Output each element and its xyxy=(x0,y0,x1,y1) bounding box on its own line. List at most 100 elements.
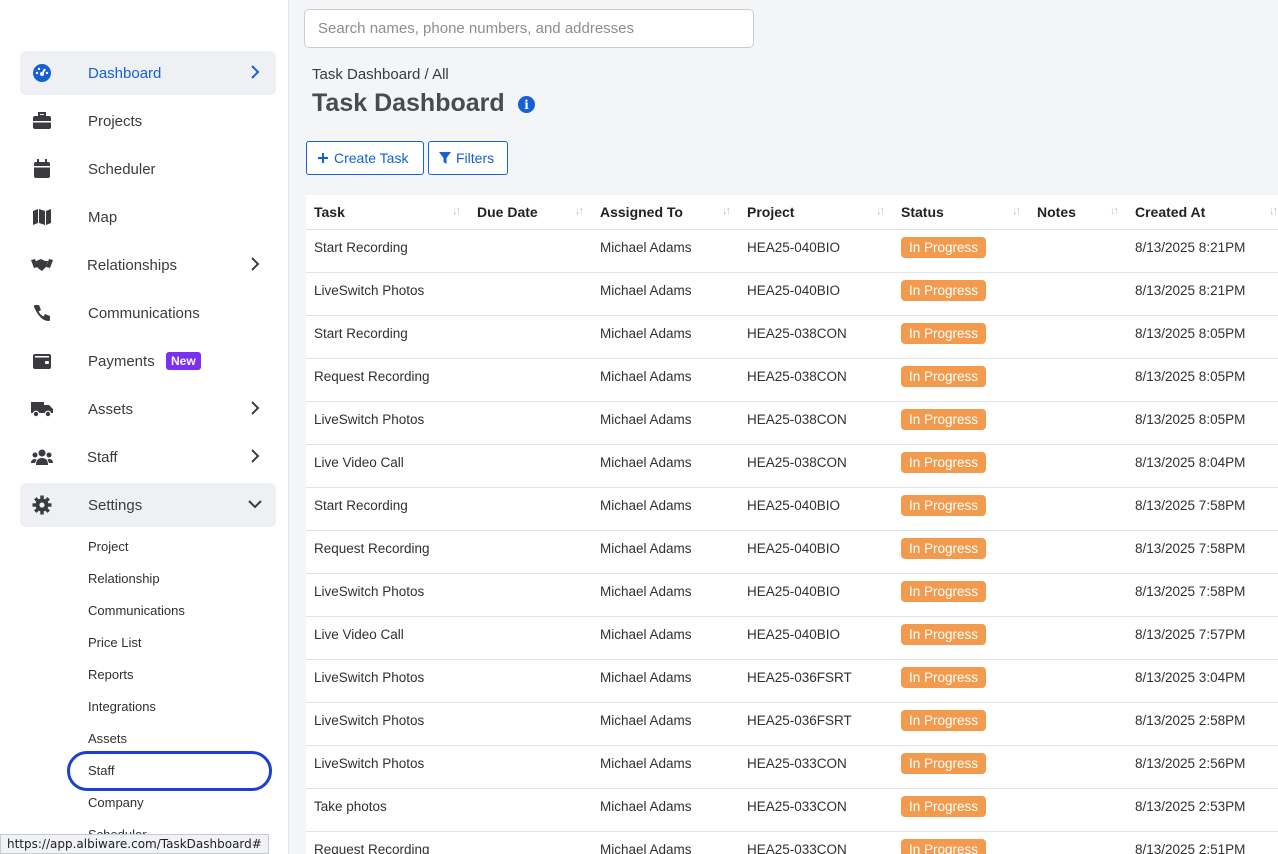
status-cell: In Progress xyxy=(893,616,1029,660)
created-at-cell: 8/13/2025 8:05PM xyxy=(1127,358,1278,402)
task-table: Task ↓↑ Due Date ↓↑ Assigned To ↓↑ Project ↓… xyxy=(306,195,1278,854)
status-badge: In Progress xyxy=(901,580,987,602)
notes-cell xyxy=(1029,401,1127,445)
sidebar-item-settings[interactable]: Settings xyxy=(20,483,276,527)
settings-sub-project[interactable]: Project xyxy=(88,539,128,554)
assigned-to-cell: Michael Adams xyxy=(592,530,739,574)
sidebar-item-assets[interactable]: Assets xyxy=(20,387,276,431)
project-cell: HEA25-040BIO xyxy=(739,616,893,660)
table-row[interactable]: Request Recording Michael Adams HEA25-040B… xyxy=(306,530,1278,574)
settings-sub-communications[interactable]: Communications xyxy=(88,603,185,618)
table-row[interactable]: LiveSwitch Photos Michael Adams HEA25-040B… xyxy=(306,272,1278,316)
notes-cell xyxy=(1029,659,1127,703)
breadcrumb: Task Dashboard / All xyxy=(312,66,449,83)
column-header-task[interactable]: Task ↓↑ xyxy=(306,195,469,230)
settings-sub-staff[interactable]: Staff xyxy=(88,763,115,778)
table-row[interactable]: LiveSwitch Photos Michael Adams HEA25-036F… xyxy=(306,702,1278,746)
status-badge: In Progress xyxy=(901,494,987,516)
info-icon[interactable]: i xyxy=(518,96,535,113)
notes-cell xyxy=(1029,573,1127,617)
assigned-to-cell: Michael Adams xyxy=(592,272,739,316)
table-row[interactable]: Take photos Michael Adams HEA25-033CON In P… xyxy=(306,788,1278,832)
table-row[interactable]: Start Recording Michael Adams HEA25-038CON… xyxy=(306,315,1278,359)
task-cell: LiveSwitch Photos xyxy=(306,745,469,789)
created-at-cell: 8/13/2025 7:58PM xyxy=(1127,487,1278,531)
assigned-to-cell: Michael Adams xyxy=(592,401,739,445)
sidebar-item-label: Settings xyxy=(88,496,143,514)
table-row[interactable]: LiveSwitch Photos Michael Adams HEA25-040B… xyxy=(306,573,1278,617)
table-row[interactable]: Live Video Call Michael Adams HEA25-038CON… xyxy=(306,444,1278,488)
status-badge: In Progress xyxy=(901,838,987,854)
column-header-due-date[interactable]: Due Date ↓↑ xyxy=(469,195,592,230)
truck-icon xyxy=(31,398,53,420)
due-date-cell xyxy=(469,358,592,402)
created-at-cell: 8/13/2025 2:53PM xyxy=(1127,788,1278,832)
table-row[interactable]: LiveSwitch Photos Michael Adams HEA25-036F… xyxy=(306,659,1278,703)
sidebar-item-scheduler[interactable]: Scheduler xyxy=(20,147,276,191)
column-header-notes[interactable]: Notes ↓↑ xyxy=(1029,195,1127,230)
plus-icon xyxy=(318,153,328,163)
created-at-cell: 8/13/2025 8:05PM xyxy=(1127,315,1278,359)
settings-sub-assets[interactable]: Assets xyxy=(88,731,127,746)
table-row[interactable]: Request Recording Michael Adams HEA25-033C… xyxy=(306,831,1278,854)
status-cell: In Progress xyxy=(893,487,1029,531)
task-cell: Start Recording xyxy=(306,229,469,273)
settings-sub-relationship[interactable]: Relationship xyxy=(88,571,160,586)
column-header-project[interactable]: Project ↓↑ xyxy=(739,195,893,230)
chevron-down-icon xyxy=(248,500,262,509)
assigned-to-cell: Michael Adams xyxy=(592,745,739,789)
create-task-label: Create Task xyxy=(334,150,409,166)
due-date-cell xyxy=(469,401,592,445)
settings-sub-price-list[interactable]: Price List xyxy=(88,635,141,650)
wallet-icon xyxy=(31,350,53,372)
search-input[interactable] xyxy=(304,9,754,48)
table-row[interactable]: LiveSwitch Photos Michael Adams HEA25-038C… xyxy=(306,401,1278,445)
table-row[interactable]: LiveSwitch Photos Michael Adams HEA25-033C… xyxy=(306,745,1278,789)
table-row[interactable]: Start Recording Michael Adams HEA25-040BIO… xyxy=(306,229,1278,273)
task-cell: Start Recording xyxy=(306,487,469,531)
create-task-button[interactable]: Create Task xyxy=(306,141,424,175)
notes-cell xyxy=(1029,487,1127,531)
table-row[interactable]: Request Recording Michael Adams HEA25-038C… xyxy=(306,358,1278,402)
created-at-cell: 8/13/2025 8:21PM xyxy=(1127,229,1278,273)
assigned-to-cell: Michael Adams xyxy=(592,616,739,660)
sidebar-item-projects[interactable]: Projects xyxy=(20,99,276,143)
assigned-to-cell: Michael Adams xyxy=(592,573,739,617)
table-row[interactable]: Start Recording Michael Adams HEA25-040BIO… xyxy=(306,487,1278,531)
assigned-to-cell: Michael Adams xyxy=(592,659,739,703)
status-cell: In Progress xyxy=(893,745,1029,789)
column-header-status[interactable]: Status ↓↑ xyxy=(893,195,1029,230)
task-cell: LiveSwitch Photos xyxy=(306,401,469,445)
sidebar-item-relationships[interactable]: Relationships xyxy=(20,243,276,287)
due-date-cell xyxy=(469,745,592,789)
status-cell: In Progress xyxy=(893,702,1029,746)
sidebar-item-dashboard[interactable]: Dashboard xyxy=(20,51,276,95)
filters-button[interactable]: Filters xyxy=(428,141,508,175)
column-header-created-at[interactable]: Created At ↓↑ xyxy=(1127,195,1278,230)
status-badge: In Progress xyxy=(901,752,987,774)
project-cell: HEA25-033CON xyxy=(739,788,893,832)
table-row[interactable]: Live Video Call Michael Adams HEA25-040BIO… xyxy=(306,616,1278,660)
sort-icon: ↓↑ xyxy=(876,205,885,217)
task-cell: Take photos xyxy=(306,788,469,832)
settings-sub-reports[interactable]: Reports xyxy=(88,667,134,682)
sidebar-item-staff[interactable]: Staff xyxy=(20,435,276,479)
sidebar-item-payments[interactable]: Payments New xyxy=(20,339,276,383)
created-at-cell: 8/13/2025 7:57PM xyxy=(1127,616,1278,660)
status-badge: In Progress xyxy=(901,451,987,473)
sidebar-item-label: Dashboard xyxy=(88,64,162,82)
sidebar-item-communications[interactable]: Communications xyxy=(20,291,276,335)
notes-cell xyxy=(1029,831,1127,854)
chevron-right-icon xyxy=(251,257,260,271)
task-cell: Request Recording xyxy=(306,358,469,402)
status-cell: In Progress xyxy=(893,659,1029,703)
settings-sub-company[interactable]: Company xyxy=(88,795,144,810)
column-header-assigned-to[interactable]: Assigned To ↓↑ xyxy=(592,195,739,230)
status-badge: In Progress xyxy=(901,408,987,430)
notes-cell xyxy=(1029,315,1127,359)
sidebar-item-label: Staff xyxy=(87,448,118,466)
new-badge: New xyxy=(166,352,201,370)
settings-sub-integrations[interactable]: Integrations xyxy=(88,699,156,714)
sidebar-item-map[interactable]: Map xyxy=(20,195,276,239)
project-cell: HEA25-033CON xyxy=(739,831,893,854)
